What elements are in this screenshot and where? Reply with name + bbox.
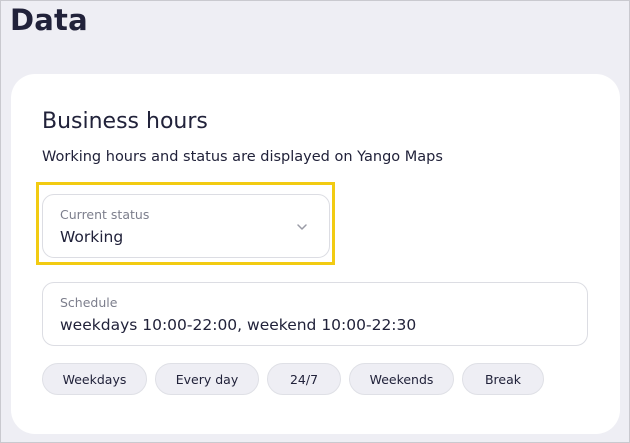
business-hours-card: Business hours Working hours and status … [11,74,620,434]
chevron-down-icon[interactable] [295,220,309,234]
preset-weekends-button[interactable]: Weekends [349,363,454,395]
preset-weekdays-button[interactable]: Weekdays [42,363,147,395]
schedule-value: weekdays 10:00-22:00, weekend 10:00-22:3… [60,316,417,334]
section-title: Business hours [42,109,208,134]
schedule-field[interactable]: Schedule weekdays 10:00-22:00, weekend 1… [42,282,588,346]
preset-break-button[interactable]: Break [462,363,544,395]
current-status-label: Current status [60,207,150,222]
current-status-select[interactable]: Current status Working [42,194,330,258]
page-title: Data [10,3,88,37]
preset-every-day-button[interactable]: Every day [155,363,259,395]
window-frame: Data Business hours Working hours and st… [0,0,630,443]
current-status-value: Working [60,228,124,246]
section-description: Working hours and status are displayed o… [42,149,443,165]
schedule-label: Schedule [60,295,118,310]
preset-24-7-button[interactable]: 24/7 [267,363,341,395]
